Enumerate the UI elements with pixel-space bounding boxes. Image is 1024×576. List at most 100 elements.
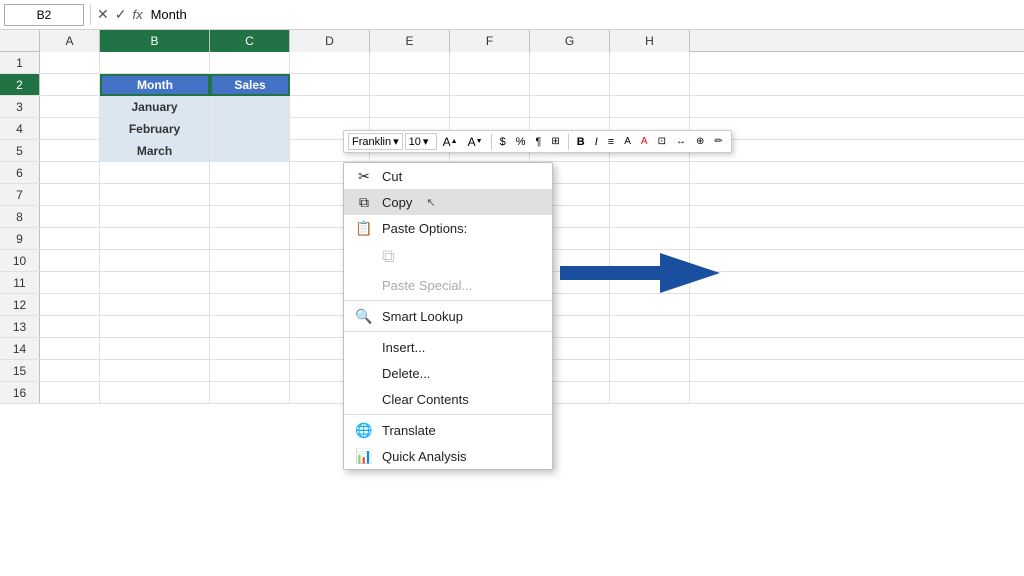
italic-button[interactable]: I <box>591 135 602 149</box>
cell-c4[interactable] <box>210 118 290 140</box>
highlight-color-button[interactable]: A <box>620 135 635 148</box>
cell-h1[interactable] <box>610 52 690 74</box>
add-button[interactable]: ⊕ <box>692 135 708 148</box>
cell-c6[interactable] <box>210 162 290 184</box>
cell-g3[interactable] <box>530 96 610 118</box>
confirm-icon[interactable]: ✓ <box>115 6 127 23</box>
cell-h6[interactable] <box>610 162 690 184</box>
cell-f3[interactable] <box>450 96 530 118</box>
delete-label: Delete... <box>382 366 430 381</box>
row-header-9: 9 <box>0 228 40 249</box>
menu-separator-3 <box>344 414 552 415</box>
column-header-row: A B C D E F G H <box>0 30 1024 52</box>
context-menu-cut[interactable]: ✂ Cut <box>344 163 552 189</box>
cell-c2[interactable]: Sales <box>210 74 290 96</box>
paste-options-label: Paste Options: <box>382 221 467 236</box>
cell-b3[interactable]: January <box>100 96 210 118</box>
menu-separator-1 <box>344 300 552 301</box>
col-header-g[interactable]: G <box>530 30 610 52</box>
menu-separator-2 <box>344 331 552 332</box>
row-header-12: 12 <box>0 294 40 315</box>
paste-icon: 📋 <box>356 220 372 236</box>
col-header-f[interactable]: F <box>450 30 530 52</box>
context-menu-smart-lookup[interactable]: 🔍 Smart Lookup <box>344 303 552 329</box>
toolbar-separator-2 <box>568 134 569 150</box>
cell-d3[interactable] <box>290 96 370 118</box>
merge-button[interactable]: ↔ <box>672 135 690 148</box>
paste-special-icon <box>356 277 372 293</box>
cell-b2[interactable]: Month <box>100 74 210 96</box>
fx-icon[interactable]: fx <box>132 7 142 22</box>
font-shrink-button[interactable]: A▼ <box>464 134 487 150</box>
cell-e2[interactable] <box>370 74 450 96</box>
context-menu-paste-special[interactable]: Paste Special... <box>344 272 552 298</box>
table-row: 2 Month Sales <box>0 74 1024 96</box>
cell-b6[interactable] <box>100 162 210 184</box>
toolbar-separator <box>491 134 492 150</box>
context-menu-copy[interactable]: ⧉ Copy ↖ <box>344 189 552 215</box>
font-size-dropdown[interactable]: 10 ▾ <box>405 133 437 150</box>
col-header-d[interactable]: D <box>290 30 370 52</box>
cell-b1[interactable] <box>100 52 210 74</box>
copy-icon: ⧉ <box>356 194 372 210</box>
col-header-c[interactable]: C <box>210 30 290 52</box>
formula-bar: ✕ ✓ fx <box>0 0 1024 30</box>
row-header-16: 16 <box>0 382 40 403</box>
context-menu-delete[interactable]: Delete... <box>344 360 552 386</box>
cell-e3[interactable] <box>370 96 450 118</box>
border2-button[interactable]: ⊡ <box>654 135 670 148</box>
cell-e1[interactable] <box>370 52 450 74</box>
font-name-chevron: ▾ <box>393 135 399 148</box>
formula-input[interactable] <box>147 4 1020 26</box>
col-header-a[interactable]: A <box>40 30 100 52</box>
font-grow-button[interactable]: A▲ <box>439 134 462 150</box>
cancel-icon[interactable]: ✕ <box>97 6 109 23</box>
formula-icons: ✕ ✓ fx <box>97 6 143 23</box>
cell-a6[interactable] <box>40 162 100 184</box>
context-menu-paste-icons[interactable]: ⧉ <box>344 241 552 272</box>
cell-a5[interactable] <box>40 140 100 162</box>
context-menu-paste-options: 📋 Paste Options: <box>344 215 552 241</box>
cell-h3[interactable] <box>610 96 690 118</box>
row-header-14: 14 <box>0 338 40 359</box>
cell-f2[interactable] <box>450 74 530 96</box>
col-header-h[interactable]: H <box>610 30 690 52</box>
cell-c3[interactable] <box>210 96 290 118</box>
paste-special-label: Paste Special... <box>382 278 472 293</box>
borders-button[interactable]: ⊞ <box>547 135 563 148</box>
currency-button[interactable]: $ <box>496 135 510 149</box>
cell-a1[interactable] <box>40 52 100 74</box>
cell-a3[interactable] <box>40 96 100 118</box>
align-button[interactable]: ≡ <box>604 135 618 149</box>
eraser-button[interactable]: ✏ <box>710 135 726 148</box>
cell-f1[interactable] <box>450 52 530 74</box>
cell-c1[interactable] <box>210 52 290 74</box>
cell-b4[interactable]: February <box>100 118 210 140</box>
cell-d1[interactable] <box>290 52 370 74</box>
cell-a2[interactable] <box>40 74 100 96</box>
row-header-6: 6 <box>0 162 40 183</box>
paragraph-button[interactable]: ¶ <box>531 135 545 149</box>
font-size-label: 10 <box>409 136 421 148</box>
context-menu-insert[interactable]: Insert... <box>344 334 552 360</box>
context-menu-quick-analysis[interactable]: 📊 Quick Analysis <box>344 443 552 469</box>
context-menu-translate[interactable]: 🌐 Translate <box>344 417 552 443</box>
context-menu-clear-contents[interactable]: Clear Contents <box>344 386 552 412</box>
font-color-button[interactable]: A <box>637 135 652 148</box>
cell-a4[interactable] <box>40 118 100 140</box>
bold-button[interactable]: B <box>573 135 589 149</box>
percent-button[interactable]: % <box>512 135 530 149</box>
cell-g1[interactable] <box>530 52 610 74</box>
cell-c5[interactable] <box>210 140 290 162</box>
cell-b5[interactable]: March <box>100 140 210 162</box>
col-header-e[interactable]: E <box>370 30 450 52</box>
cell-g2[interactable] <box>530 74 610 96</box>
cell-reference-box[interactable] <box>4 4 84 26</box>
cut-icon: ✂ <box>356 168 372 184</box>
translate-label: Translate <box>382 423 436 438</box>
cell-h2[interactable] <box>610 74 690 96</box>
cell-d2[interactable] <box>290 74 370 96</box>
corner-cell <box>0 30 40 52</box>
col-header-b[interactable]: B <box>100 30 210 52</box>
font-name-dropdown[interactable]: Franklin ▾ <box>348 133 403 150</box>
